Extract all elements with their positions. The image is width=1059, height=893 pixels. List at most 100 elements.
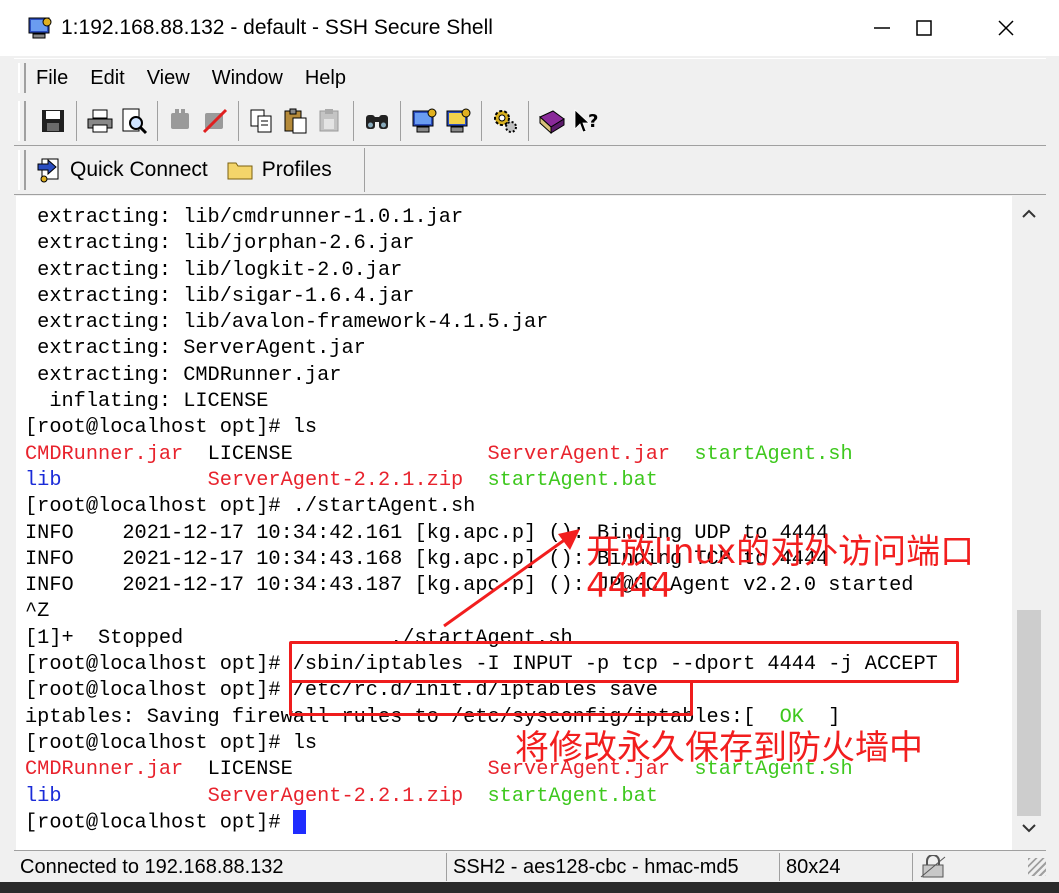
toolbar-group-session <box>164 101 239 141</box>
terminal-text-segment: ServerAgent.jar <box>487 442 671 466</box>
status-size: 80x24 <box>779 853 912 881</box>
close-session-icon <box>202 108 228 134</box>
toolbar-group-file <box>36 101 77 141</box>
copy-button[interactable] <box>246 105 278 137</box>
terminal-text-segment: ServerAgent-2.2.1.zip <box>207 784 464 808</box>
resize-grip[interactable] <box>1028 858 1046 876</box>
highlight-iptables-command <box>289 641 959 683</box>
quick-connect-bar: Quick Connect Profiles <box>14 146 1046 195</box>
terminal-line: extracting: lib/cmdrunner-1.0.1.jar <box>25 205 938 231</box>
help-book-icon <box>539 110 565 135</box>
settings-icon <box>494 110 517 133</box>
terminal-text-segment: lib <box>25 784 62 808</box>
terminal-text-segment: inflating: LICENSE <box>25 390 269 414</box>
terminal-text-segment: startAgent.bat <box>487 468 658 492</box>
terminal-text-segment: extracting: ServerAgent.jar <box>25 337 366 361</box>
terminal-text-segment: LICENSE <box>183 758 488 782</box>
menu-edit[interactable]: Edit <box>90 67 124 90</box>
toolbar-group-find <box>360 101 401 141</box>
menu-view[interactable]: View <box>147 67 190 90</box>
svg-text:?: ? <box>588 111 598 132</box>
status-connection: Connected to 192.168.88.132 <box>20 856 284 878</box>
new-file-transfer-icon <box>446 108 471 133</box>
ssh-window: 1:192.168.88.132 - default - SSH Secure … <box>0 0 1059 893</box>
print-preview-button[interactable] <box>118 105 150 137</box>
disconnect-icon <box>171 109 189 129</box>
terminal-line: lib ServerAgent-2.2.1.zip startAgent.bat <box>25 468 938 494</box>
desktop-background <box>0 882 1059 893</box>
toolbar-group-edit <box>245 101 354 141</box>
terminal-line: extracting: lib/sigar-1.6.4.jar <box>25 284 938 310</box>
terminal-text-segment: startAgent.bat <box>487 784 658 808</box>
status-cipher: SSH2 - aes128-cbc - hmac-md5 <box>446 853 779 881</box>
save-icon <box>42 110 64 132</box>
terminal-line: extracting: lib/logkit-2.0.jar <box>25 258 938 284</box>
terminal-text-segment: lib <box>25 468 62 492</box>
new-terminal-button[interactable] <box>408 105 440 137</box>
chevron-down-icon <box>1022 824 1036 833</box>
close-button[interactable] <box>966 0 1046 56</box>
lock-icon <box>920 855 946 878</box>
close-session-button[interactable] <box>199 105 231 137</box>
quick-connect-group: Quick Connect Profiles <box>36 148 365 192</box>
print-preview-icon <box>122 108 148 135</box>
help-button[interactable] <box>536 105 568 137</box>
quickbar-grip[interactable] <box>18 150 26 190</box>
terminal-line: extracting: ServerAgent.jar <box>25 336 938 362</box>
toolbar-grip[interactable] <box>18 101 26 141</box>
terminal-text-segment: extracting: lib/sigar-1.6.4.jar <box>25 284 415 308</box>
terminal-cursor <box>292 809 306 834</box>
paste-button[interactable] <box>280 105 312 137</box>
toolbar-group-help: ? <box>535 101 609 141</box>
vertical-scrollbar[interactable] <box>1013 196 1045 850</box>
annotation-save-firewall: 将修改永久保存到防火墙中 <box>515 728 923 768</box>
terminal-text-segment: extracting: CMDRunner.jar <box>25 363 342 387</box>
find-icon <box>366 115 388 129</box>
status-bar: Connected to 192.168.88.132 SSH2 - aes12… <box>14 850 1046 883</box>
terminal-text-segment: [root@localhost opt]# ls <box>25 731 318 755</box>
menu-window[interactable]: Window <box>212 67 283 90</box>
disconnect-button[interactable] <box>165 105 197 137</box>
menu-file[interactable]: File <box>36 67 68 90</box>
terminal-line: extracting: CMDRunner.jar <box>25 363 938 389</box>
terminal-line: extracting: lib/jorphan-2.6.jar <box>25 231 938 257</box>
highlight-iptables-save <box>289 680 693 716</box>
quick-connect-button[interactable]: Quick Connect <box>36 156 208 184</box>
terminal-line: inflating: LICENSE <box>25 389 938 415</box>
scroll-thumb[interactable] <box>1017 610 1041 816</box>
find-button[interactable] <box>361 105 393 137</box>
title-bar[interactable]: 1:192.168.88.132 - default - SSH Secure … <box>0 0 1059 56</box>
profiles-button[interactable]: Profiles <box>226 158 332 182</box>
menu-help[interactable]: Help <box>305 67 346 90</box>
print-icon <box>87 109 113 133</box>
terminal-text-segment: [root@localhost opt]# ./startAgent.sh <box>25 495 476 519</box>
terminal-text-segment: [root@localhost opt]# ls <box>25 416 318 440</box>
profiles-label: Profiles <box>261 158 332 181</box>
terminal-line: [root@localhost opt]# ls <box>25 415 938 441</box>
terminal-text-segment: ^Z <box>25 600 50 624</box>
ssh-app-icon <box>28 17 52 39</box>
menubar-grip[interactable] <box>18 63 26 93</box>
paste-icon <box>284 108 307 134</box>
maximize-button[interactable] <box>884 0 964 56</box>
terminal-text-segment: [root@localhost opt]# <box>25 811 293 835</box>
new-file-transfer-button[interactable] <box>442 105 474 137</box>
quick-connect-icon <box>37 158 59 183</box>
scroll-up-button[interactable] <box>1013 198 1045 230</box>
settings-button[interactable] <box>489 105 521 137</box>
close-icon <box>998 20 1014 36</box>
paste-special-button[interactable] <box>314 105 346 137</box>
terminal-line: lib ServerAgent-2.2.1.zip startAgent.bat <box>25 784 938 810</box>
context-help-icon: ? <box>574 109 598 133</box>
print-button[interactable] <box>84 105 116 137</box>
toolbar-group-windows <box>407 101 482 141</box>
window-title: 1:192.168.88.132 - default - SSH Secure … <box>61 16 493 39</box>
annotation-port-number: 4444 <box>586 566 673 606</box>
scroll-down-button[interactable] <box>1013 812 1045 844</box>
maximize-icon <box>916 20 932 36</box>
context-help-button[interactable]: ? <box>570 105 602 137</box>
save-button[interactable] <box>37 105 69 137</box>
